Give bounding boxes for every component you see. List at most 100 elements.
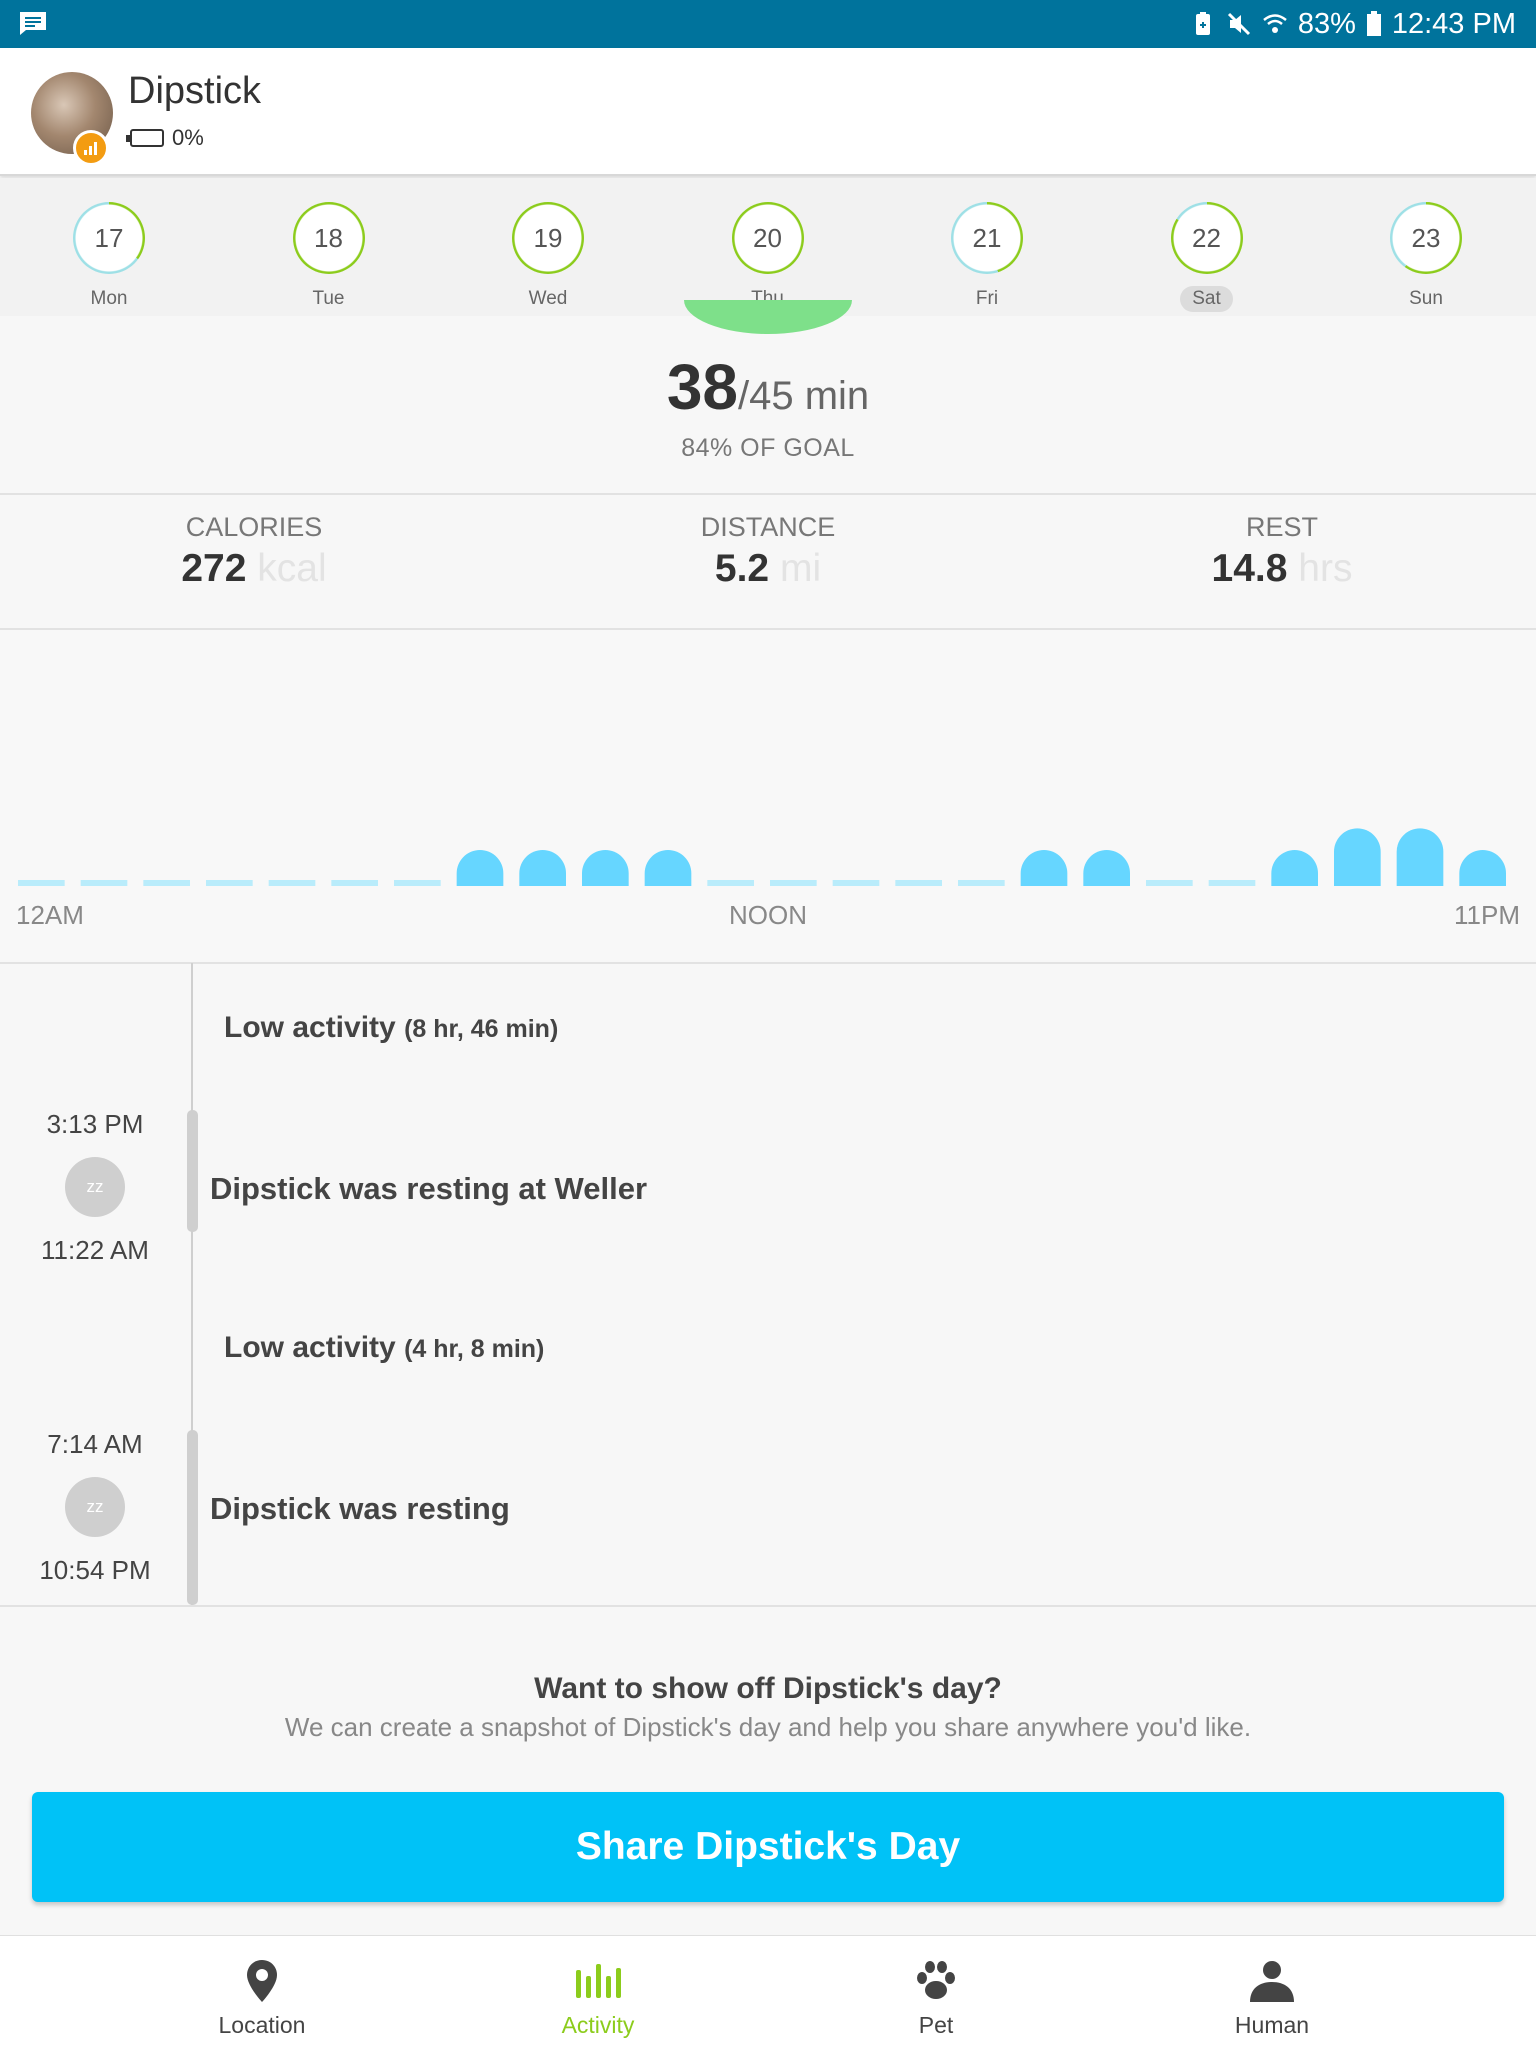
activity-hour-bar	[519, 850, 566, 886]
day-ring: 19	[512, 202, 584, 274]
activity-hour-bar	[456, 850, 504, 886]
nav-pet-label: Pet	[918, 2012, 954, 2038]
active-minutes: 38	[666, 351, 738, 423]
activity-goal: 38/45 min 84% OF GOAL	[0, 350, 1536, 463]
mute-icon	[1227, 12, 1250, 36]
day-name: Sat	[1180, 286, 1233, 312]
rest-hour-mark	[268, 880, 316, 886]
day-ring: 21	[951, 202, 1023, 274]
share-subtitle: We can create a snapshot of Dipstick's d…	[284, 1712, 1252, 1742]
sleep-icon: zz	[65, 1157, 125, 1217]
activity-hour-bar	[1020, 850, 1068, 886]
rest-end-time: 3:13 PM	[46, 1109, 144, 1139]
calories-stat: CALORIES 272 kcal	[54, 512, 454, 591]
low-activity-duration: (8 hr, 46 min)	[404, 1015, 559, 1043]
day-ring: 20	[731, 202, 804, 274]
day-name: Sun	[1409, 288, 1443, 309]
rest-hour-mark	[707, 880, 754, 886]
day-20[interactable]: 20 Thu	[708, 178, 828, 312]
rest-entry[interactable]: Dipstick was resting at Weller	[210, 1171, 647, 1207]
day-name: Mon	[90, 288, 128, 309]
day-17[interactable]: 17 Mon	[49, 178, 169, 312]
battery-saver-icon	[1195, 12, 1210, 35]
clock: 12:43 PM	[1391, 7, 1516, 40]
activity-hour-bar	[582, 850, 629, 886]
rest-start-time: 11:22 AM	[41, 1235, 149, 1265]
activity-timeline: Low activity (8 hr, 46 min) 3:13 PM zz 1…	[0, 963, 1536, 1605]
low-activity-label: Low activity	[224, 1011, 396, 1044]
day-ring: 23	[1390, 202, 1462, 274]
rest-hour-mark	[143, 880, 190, 886]
rest-hour-mark	[18, 880, 65, 886]
distance-value: 5.2	[714, 547, 770, 590]
rest-hour-mark	[331, 880, 378, 886]
nav-pet[interactable]: Pet	[836, 1936, 1036, 2048]
week-day-selector: 17 Mon 18 Tue 19 Wed 20 Thu 21 Fri 22 Sat 23 Sun	[0, 178, 1536, 316]
activity-hour-bar	[1396, 828, 1444, 886]
share-title: Want to show off Dipstick's day?	[534, 1672, 1002, 1705]
hourly-activity-chart: 12AM NOON 11PM	[0, 630, 1536, 960]
activity-hour-bar	[1459, 850, 1506, 886]
sleep-icon: zz	[65, 1477, 125, 1537]
divider	[0, 1605, 1536, 1607]
day-22[interactable]: 22 Sat	[1147, 178, 1267, 312]
rest-entry[interactable]: Dipstick was resting	[210, 1491, 510, 1527]
rest-end-time: 7:14 AM	[47, 1429, 143, 1459]
x-label-end: 11PM	[1454, 900, 1520, 930]
low-activity-entry[interactable]: Low activity (8 hr, 46 min)	[224, 1011, 558, 1045]
calories-unit: kcal	[257, 547, 327, 590]
location-pin-icon	[247, 1960, 277, 2002]
activity-bars-icon	[576, 1964, 621, 1998]
rest-stat: REST 14.8 hrs	[1082, 512, 1482, 591]
rest-hour-mark	[80, 880, 128, 886]
rest-hour-mark	[895, 880, 942, 886]
nav-location-label: Location	[218, 2012, 306, 2038]
day-23[interactable]: 23 Sun	[1366, 178, 1486, 312]
tracker-battery: 0%	[126, 125, 204, 151]
hourly-activity-bars	[18, 828, 1506, 886]
low-activity-label: Low activity	[224, 1331, 396, 1364]
calories-value: 272	[181, 547, 247, 590]
rest-start-time: 10:54 PM	[39, 1555, 151, 1585]
tracker-battery-level: 0%	[172, 125, 204, 150]
activity-hour-bar	[1271, 850, 1318, 886]
day-name: Tue	[312, 288, 345, 309]
goal-percent: 84% OF GOAL	[681, 434, 855, 462]
day-ring: 22	[1170, 202, 1243, 274]
distance-unit: mi	[779, 547, 822, 590]
nav-location[interactable]: Location	[162, 1936, 362, 2048]
person-icon	[1250, 1961, 1294, 2002]
status-bar: 83% 12:43 PM	[0, 0, 1536, 48]
day-name: Fri	[975, 288, 999, 309]
low-activity-duration: (4 hr, 8 min)	[404, 1335, 545, 1363]
wifi-icon	[1263, 14, 1287, 33]
day-ring: 18	[292, 202, 365, 274]
activity-hour-bar	[1334, 828, 1381, 886]
pet-header[interactable]: Dipstick 0%	[0, 48, 1536, 176]
rest-unit: hrs	[1298, 547, 1353, 590]
low-activity-entry[interactable]: Low activity (4 hr, 8 min)	[224, 1331, 544, 1365]
day-18[interactable]: 18 Tue	[269, 178, 389, 312]
nav-activity-label: Activity	[561, 2012, 635, 2038]
goal-minutes: /45 min	[738, 374, 870, 418]
goal-progress-arc	[684, 300, 852, 334]
rest-hour-mark	[394, 880, 441, 886]
rest-hour-mark	[206, 880, 253, 886]
nav-activity[interactable]: Activity	[498, 1936, 698, 2048]
day-name: Wed	[528, 288, 568, 309]
nav-human-label: Human	[1234, 2012, 1310, 2038]
nav-human[interactable]: Human	[1172, 1936, 1372, 2048]
rest-duration-bar	[187, 1430, 198, 1605]
day-21[interactable]: 21 Fri	[927, 178, 1047, 312]
rest-duration-bar	[187, 1110, 198, 1232]
rest-hour-mark	[1208, 880, 1256, 886]
signal-badge-icon	[73, 130, 109, 166]
activity-hour-bar	[644, 850, 692, 886]
calories-label: CALORIES	[185, 512, 323, 542]
share-day-button[interactable]: Share Dipstick's Day	[32, 1792, 1504, 1902]
pet-name: Dipstick	[128, 70, 262, 112]
day-19[interactable]: 19 Wed	[488, 178, 608, 312]
paw-icon	[917, 1961, 955, 1999]
distance-label: DISTANCE	[700, 512, 836, 542]
rest-label: REST	[1245, 512, 1318, 542]
